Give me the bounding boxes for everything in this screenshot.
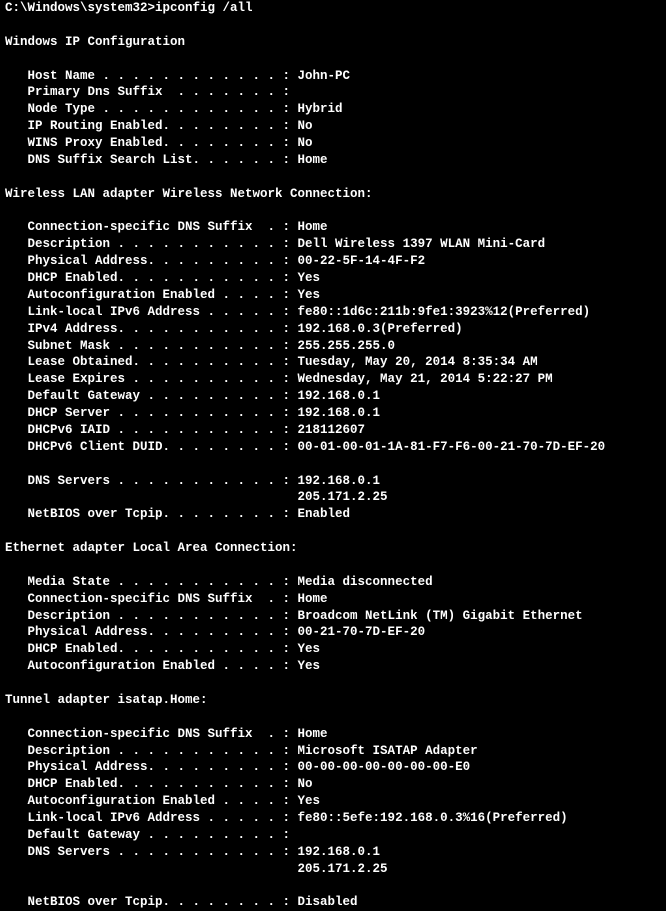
wlan-lease-obtained: Lease Obtained. . . . . . . . . . : Tues… [5, 354, 661, 371]
wlan-dns-server-2: 205.171.2.25 [5, 489, 661, 506]
tunnel-physical-address: Physical Address. . . . . . . . . : 00-0… [5, 759, 661, 776]
wlan-lease-expires: Lease Expires . . . . . . . . . . : Wedn… [5, 371, 661, 388]
tunnel-netbios: NetBIOS over Tcpip. . . . . . . . : Disa… [5, 894, 661, 911]
tunnel-link-local-ipv6: Link-local IPv6 Address . . . . . : fe80… [5, 810, 661, 827]
wlan-description: Description . . . . . . . . . . . : Dell… [5, 236, 661, 253]
wlan-dhcp-server: DHCP Server . . . . . . . . . . . : 192.… [5, 405, 661, 422]
node-type: Node Type . . . . . . . . . . . . : Hybr… [5, 101, 661, 118]
blank-line [5, 203, 661, 220]
wlan-link-local-ipv6: Link-local IPv6 Address . . . . . : fe80… [5, 304, 661, 321]
tunnel-default-gateway: Default Gateway . . . . . . . . . : [5, 827, 661, 844]
tunnel-autoconfig-enabled: Autoconfiguration Enabled . . . . : Yes [5, 793, 661, 810]
blank-line [5, 709, 661, 726]
wlan-netbios: NetBIOS over Tcpip. . . . . . . . : Enab… [5, 506, 661, 523]
wlan-dhcpv6-duid: DHCPv6 Client DUID. . . . . . . . : 00-0… [5, 439, 661, 456]
command-prompt: C:\Windows\system32>ipconfig /all [5, 0, 661, 17]
blank-line [5, 878, 661, 895]
wlan-dhcpv6-iaid: DHCPv6 IAID . . . . . . . . . . . : 2181… [5, 422, 661, 439]
wlan-adapter-header: Wireless LAN adapter Wireless Network Co… [5, 186, 661, 203]
wlan-default-gateway: Default Gateway . . . . . . . . . : 192.… [5, 388, 661, 405]
blank-line [5, 51, 661, 68]
tunnel-dns-server-2: 205.171.2.25 [5, 861, 661, 878]
config-title: Windows IP Configuration [5, 34, 661, 51]
wlan-dhcp-enabled: DHCP Enabled. . . . . . . . . . . : Yes [5, 270, 661, 287]
wlan-autoconfig-enabled: Autoconfiguration Enabled . . . . : Yes [5, 287, 661, 304]
wlan-subnet-mask: Subnet Mask . . . . . . . . . . . : 255.… [5, 338, 661, 355]
wins-proxy-enabled: WINS Proxy Enabled. . . . . . . . : No [5, 135, 661, 152]
blank-line [5, 557, 661, 574]
eth-dhcp-enabled: DHCP Enabled. . . . . . . . . . . : Yes [5, 641, 661, 658]
blank-line [5, 523, 661, 540]
blank-line [5, 675, 661, 692]
wlan-dns-server-1: DNS Servers . . . . . . . . . . . : 192.… [5, 473, 661, 490]
eth-media-state: Media State . . . . . . . . . . . : Medi… [5, 574, 661, 591]
eth-description: Description . . . . . . . . . . . : Broa… [5, 608, 661, 625]
host-name: Host Name . . . . . . . . . . . . : John… [5, 68, 661, 85]
dns-suffix-search-list: DNS Suffix Search List. . . . . . : Home [5, 152, 661, 169]
blank-line [5, 169, 661, 186]
ip-routing-enabled: IP Routing Enabled. . . . . . . . : No [5, 118, 661, 135]
blank-line [5, 456, 661, 473]
eth-conn-dns-suffix: Connection-specific DNS Suffix . : Home [5, 591, 661, 608]
eth-autoconfig-enabled: Autoconfiguration Enabled . . . . : Yes [5, 658, 661, 675]
tunnel-dns-server-1: DNS Servers . . . . . . . . . . . : 192.… [5, 844, 661, 861]
wlan-ipv4-address: IPv4 Address. . . . . . . . . . . : 192.… [5, 321, 661, 338]
tunnel-conn-dns-suffix: Connection-specific DNS Suffix . : Home [5, 726, 661, 743]
tunnel-dhcp-enabled: DHCP Enabled. . . . . . . . . . . : No [5, 776, 661, 793]
ethernet-adapter-header: Ethernet adapter Local Area Connection: [5, 540, 661, 557]
tunnel-adapter-header: Tunnel adapter isatap.Home: [5, 692, 661, 709]
eth-physical-address: Physical Address. . . . . . . . . : 00-2… [5, 624, 661, 641]
wlan-conn-dns-suffix: Connection-specific DNS Suffix . : Home [5, 219, 661, 236]
blank-line [5, 17, 661, 34]
primary-dns-suffix: Primary Dns Suffix . . . . . . . : [5, 84, 661, 101]
wlan-physical-address: Physical Address. . . . . . . . . : 00-2… [5, 253, 661, 270]
tunnel-description: Description . . . . . . . . . . . : Micr… [5, 743, 661, 760]
